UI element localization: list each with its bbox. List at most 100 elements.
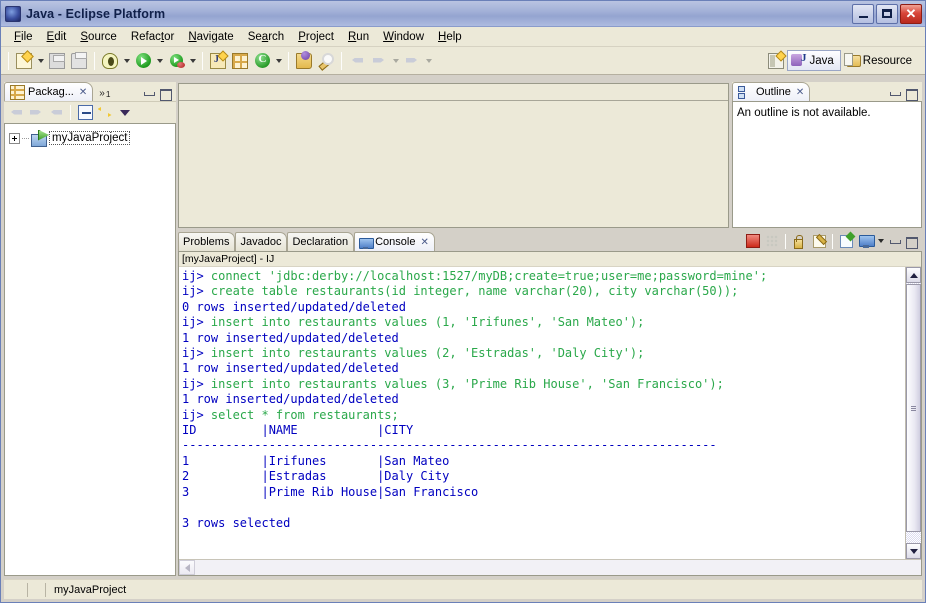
menu-source[interactable]: Source [73,29,123,45]
menu-run[interactable]: Run [341,29,376,45]
console-line: 3 rows selected [182,516,905,531]
debug-dropdown[interactable] [121,50,132,72]
search-button[interactable] [315,50,337,72]
window-title: Java - Eclipse Platform [26,7,850,21]
menu-window[interactable]: Window [376,29,431,45]
package-explorer-body[interactable]: myJavaProject [4,123,176,576]
menu-project[interactable]: Project [291,29,341,45]
console-vertical-scrollbar[interactable] [905,267,921,559]
view-overflow-indicator[interactable]: »1 [99,88,110,99]
tree-item-myjavaproject[interactable]: myJavaProject [9,129,175,147]
minimize-button[interactable] [852,4,874,24]
scroll-down-button[interactable] [906,543,921,559]
open-perspective-icon [768,53,784,69]
menu-navigate[interactable]: Navigate [181,29,240,45]
print-button[interactable] [68,50,90,72]
terminate-button[interactable] [743,232,762,250]
console-line: ----------------------------------------… [182,438,905,453]
outline-view: Outline ✕ An outline is not available. [732,82,922,228]
minimize-icon[interactable] [888,236,901,247]
scroll-left-button[interactable] [179,560,195,575]
back-button[interactable] [6,104,26,122]
clear-console-button[interactable] [809,232,828,250]
scroll-lock-button[interactable] [790,232,809,250]
tab-declaration-label: Declaration [292,236,348,248]
new-wizard-dropdown[interactable] [35,50,46,72]
maximize-icon[interactable] [159,88,172,99]
next-annotation-dropdown[interactable] [423,50,434,72]
scroll-thumb[interactable] [906,284,921,532]
run-dropdown[interactable] [154,50,165,72]
new-wizard-button[interactable] [13,50,35,72]
editor-area[interactable] [178,83,729,228]
toolbar-separator [202,52,203,70]
next-annotation-button[interactable] [401,50,423,72]
display-selected-console-button[interactable] [856,232,875,250]
tab-problems[interactable]: Problems [178,232,235,251]
save-button[interactable] [46,50,68,72]
menu-search[interactable]: Search [241,29,291,45]
close-icon[interactable]: ✕ [79,87,87,98]
new-package-button[interactable] [229,50,251,72]
console-segment: 3 rows selected [182,516,290,530]
outline-body: An outline is not available. [732,101,922,228]
forward-dropdown[interactable] [390,50,401,72]
debug-icon [102,53,118,69]
tab-outline[interactable]: Outline ✕ [732,82,810,101]
save-icon [49,53,65,69]
scroll-up-button[interactable] [906,267,921,283]
toolbar-separator [288,52,289,70]
console-toolbar [743,232,922,251]
tab-console[interactable]: Console ✕ [354,232,435,251]
remove-all-terminated-button[interactable] [762,232,781,250]
perspective-java[interactable]: Java [787,50,840,71]
tab-declaration[interactable]: Declaration [287,232,354,251]
new-wizard-icon [16,53,32,69]
collapse-all-button[interactable] [75,104,95,122]
view-menu-button[interactable] [115,104,135,122]
maximize-icon[interactable] [905,88,918,99]
new-class-button[interactable] [251,50,273,72]
up-button[interactable] [46,104,66,122]
open-type-button[interactable] [293,50,315,72]
perspective-java-label: Java [809,55,833,67]
forward-icon [28,108,44,118]
external-tools-button[interactable] [165,50,187,72]
menu-help[interactable]: Help [431,29,469,45]
new-class-dropdown[interactable] [273,50,284,72]
tab-package-explorer[interactable]: Packag... ✕ [4,82,93,101]
open-perspective-button[interactable] [765,50,787,72]
close-icon: ✕ [906,7,917,20]
close-icon[interactable]: ✕ [796,87,804,98]
outline-tabbar: Outline ✕ [732,82,922,101]
close-icon[interactable]: ✕ [420,237,428,248]
bottom-panel: Problems Javadoc Declaration Console ✕ [178,231,922,576]
tab-javadoc[interactable]: Javadoc [235,232,287,251]
run-button[interactable] [132,50,154,72]
display-console-dropdown[interactable] [875,232,886,250]
menu-refactor[interactable]: Refactor [124,29,181,45]
pin-console-button[interactable] [837,232,856,250]
menu-file[interactable]: FFileile [7,29,40,45]
back-button[interactable] [346,50,368,72]
perspective-bar: Java Resource [765,49,922,73]
link-with-editor-button[interactable] [95,104,115,122]
console-output[interactable]: ij> connect 'jdbc:derby://localhost:1527… [179,267,905,559]
close-button[interactable]: ✕ [900,4,922,24]
debug-button[interactable] [99,50,121,72]
external-tools-dropdown[interactable] [187,50,198,72]
expand-icon[interactable] [9,133,20,144]
forward-button[interactable] [368,50,390,72]
forward-button[interactable] [26,104,46,122]
maximize-button[interactable] [876,4,898,24]
minimize-icon[interactable] [142,88,155,99]
console-horizontal-scrollbar[interactable] [179,559,921,575]
maximize-icon[interactable] [905,236,918,247]
new-java-project-button[interactable] [207,50,229,72]
minimize-icon[interactable] [888,88,901,99]
perspective-resource[interactable]: Resource [841,50,919,71]
console-header: [myJavaProject] - IJ [179,252,921,267]
console-line: 3 |Prime Rib House|San Francisco [182,485,905,500]
scroll-track[interactable] [906,283,921,543]
menu-edit[interactable]: Edit [40,29,74,45]
